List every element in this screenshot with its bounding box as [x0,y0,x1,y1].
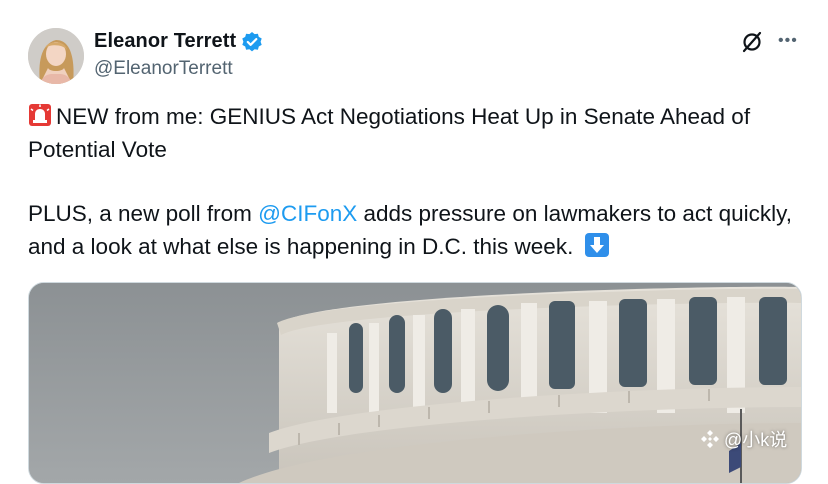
siren-emoji-icon [28,103,52,127]
watermark: @小k说 [700,426,787,452]
mention-link[interactable]: @CIFonX [258,201,357,226]
avatar-photo-icon [28,28,84,84]
diamond-logo-icon [700,429,720,449]
tweet-paragraph-2: PLUS, a new poll from @CIFonX adds press… [28,197,798,263]
down-arrow-emoji-icon [584,232,610,258]
author-name-row: Eleanor Terrett [94,30,263,53]
slashed-circle-icon[interactable] [740,30,764,54]
watermark-text: @小k说 [724,430,788,450]
tweet-text-before-mention: PLUS, a new poll from [28,201,259,226]
capitol-dome-photo [29,283,801,483]
verified-badge-icon[interactable] [241,31,263,53]
tweet-media-image[interactable] [28,282,802,484]
tweet-paragraph-1: NEW from me: GENIUS Act Negotiations Hea… [28,100,798,166]
author-handle[interactable]: @EleanorTerrett [94,58,233,80]
author-display-name[interactable]: Eleanor Terrett [94,30,236,53]
tweet-line-1: NEW from me: GENIUS Act Negotiations Hea… [28,104,751,162]
avatar[interactable] [28,28,84,84]
tweet-text: NEW from me: GENIUS Act Negotiations Hea… [28,100,798,263]
more-options-icon[interactable]: ••• [778,30,798,52]
tweet-card: Eleanor Terrett @EleanorTerrett ••• NEW … [0,0,828,484]
